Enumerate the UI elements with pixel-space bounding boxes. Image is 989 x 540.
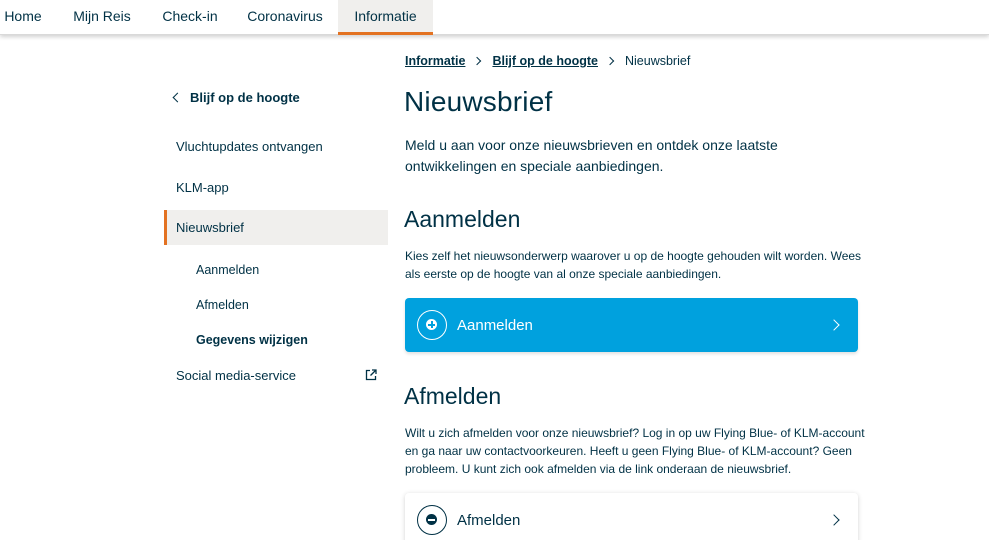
sidebar-subitem-afmelden[interactable]: Afmelden xyxy=(196,296,249,314)
top-navigation: Home Mijn Reis Check-in Coronavirus Info… xyxy=(0,0,989,35)
subscribe-button-label: Aanmelden xyxy=(457,316,533,334)
breadcrumb-current: Nieuwsbrief xyxy=(624,54,691,68)
section-heading-aanmelden: Aanmelden xyxy=(404,206,521,232)
sidebar-item-klm-app[interactable]: KLM-app xyxy=(164,170,388,205)
sidebar-back-link[interactable]: Blijf op de hoogte xyxy=(172,87,300,107)
minus-circle-icon xyxy=(417,505,447,535)
chevron-right-icon xyxy=(473,56,482,66)
tab-check-in[interactable]: Check-in xyxy=(150,0,230,35)
plus-circle-icon xyxy=(417,310,447,340)
section-text-afmelden: Wilt u zich afmelden voor onze nieuwsbri… xyxy=(405,426,865,476)
unsubscribe-button-label: Afmelden xyxy=(457,511,521,529)
unsubscribe-button[interactable]: Afmelden xyxy=(405,493,858,540)
page-title: Nieuwsbrief xyxy=(404,86,553,117)
tab-mijn-reis[interactable]: Mijn Reis xyxy=(60,0,144,35)
subscribe-button[interactable]: Aanmelden xyxy=(405,298,858,352)
chevron-right-icon xyxy=(605,56,615,66)
sidebar-item-social-media[interactable]: Social media-service xyxy=(164,358,388,393)
external-link-icon xyxy=(365,369,377,381)
section-text-aanmelden: Kies zelf het nieuwsonderwerp waarover u… xyxy=(405,249,862,281)
sidebar-item-nieuwsbrief[interactable]: Nieuwsbrief xyxy=(164,210,388,245)
breadcrumb-link-informatie[interactable]: Informatie xyxy=(405,54,465,68)
sidebar-back-label: Blijf op de hoogte xyxy=(190,89,300,105)
sidebar-subitem-aanmelden[interactable]: Aanmelden xyxy=(196,261,259,279)
sidebar-item-vluchtupdates[interactable]: Vluchtupdates ontvangen xyxy=(164,129,388,164)
breadcrumb: Informatie Blijf op de hoogte Nieuwsbrie… xyxy=(405,53,690,69)
chevron-left-icon xyxy=(172,92,183,102)
chevron-right-icon xyxy=(828,514,840,526)
breadcrumb-link-blijf-op-de-hoogte[interactable]: Blijf op de hoogte xyxy=(492,54,598,68)
section-heading-afmelden: Afmelden xyxy=(404,383,502,409)
intro-text: Meld u aan voor onze nieuwsbrieven en on… xyxy=(405,137,778,174)
tab-home[interactable]: Home xyxy=(0,0,46,35)
tab-informatie[interactable]: Informatie xyxy=(338,0,433,35)
sidebar-subitem-gegevens-wijzigen[interactable]: Gegevens wijzigen xyxy=(196,331,308,349)
chevron-right-icon xyxy=(828,319,840,331)
tab-coronavirus[interactable]: Coronavirus xyxy=(236,0,334,35)
